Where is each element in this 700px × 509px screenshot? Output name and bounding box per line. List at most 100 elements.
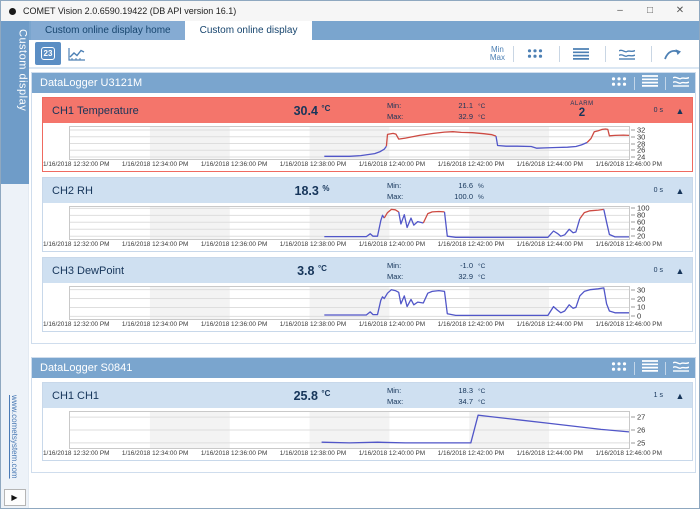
play-button[interactable]: ▶ <box>4 489 26 506</box>
time-label: 1/16/2018 12:34:00 PM <box>122 241 188 248</box>
y-axis-tick: 24 <box>631 152 645 161</box>
channel-value: 25.8 °C <box>237 389 387 403</box>
y-axis-tick: 0 <box>631 312 641 321</box>
channel-card: CH1 CH1 25.8 °C Min:18.3°C Max:34.7°C 1 … <box>42 382 693 461</box>
time-label: 1/16/2018 12:34:00 PM <box>122 161 188 168</box>
time-label: 1/16/2018 12:38:00 PM <box>280 161 346 168</box>
curved-arrow-icon <box>664 47 682 61</box>
channel-id: CH1 <box>43 390 77 402</box>
y-axis-tick: 20 <box>631 232 645 241</box>
sidebar-tab-custom-display[interactable]: Custom display <box>1 21 29 184</box>
chart-time-labels: 1/16/2018 12:32:00 PM1/16/2018 12:34:00 … <box>43 241 662 248</box>
min-unit: °C <box>478 263 485 270</box>
minmax-toggle[interactable]: Min Max <box>490 46 505 62</box>
value-number: 25.8 <box>294 389 318 403</box>
icon-separator <box>634 362 635 375</box>
collapse-triangle-icon[interactable]: ▲ <box>668 186 692 196</box>
charts-view-button[interactable] <box>673 359 689 377</box>
charts-view-button[interactable] <box>614 42 640 65</box>
collapse-triangle-icon[interactable]: ▲ <box>668 266 692 276</box>
channel-id: CH3 <box>43 265 77 277</box>
chart-plot: 3230282624 <box>69 126 630 160</box>
time-label: 1/16/2018 12:44:00 PM <box>517 450 583 457</box>
numeric-view-icon: 23 <box>41 47 56 60</box>
channel-value: 18.3 % <box>237 184 387 198</box>
channel-name: DewPoint <box>77 265 237 277</box>
channel-id: CH2 <box>43 185 77 197</box>
rows-lines-icon <box>573 48 589 60</box>
numeric-view-button[interactable]: 23 <box>35 42 61 65</box>
channel-card: CH3 DewPoint 3.8 °C Min:-1.0°C Max:32.9°… <box>42 257 693 332</box>
logger-panel: DataLogger S0841 <box>31 357 696 473</box>
max-label: Max: <box>387 112 429 121</box>
channel-value: 3.8 °C <box>237 264 387 278</box>
tiles-view-button[interactable] <box>611 74 627 92</box>
chart-plot: 10080604020 <box>69 206 630 240</box>
graph-view-button[interactable] <box>64 42 90 65</box>
delay-label: 1 s <box>627 392 668 399</box>
channel-name: Temperature <box>77 105 237 117</box>
rows-view-button[interactable] <box>642 74 658 92</box>
delay-label: 0 s <box>627 267 668 274</box>
time-label: 1/16/2018 12:44:00 PM <box>517 161 583 168</box>
max-label: Max: <box>387 192 429 201</box>
waves-icon <box>673 360 689 372</box>
icon-separator <box>665 77 666 90</box>
tab-custom-online-display-home[interactable]: Custom online display home <box>31 21 186 40</box>
collapse-triangle-icon[interactable]: ▲ <box>668 391 692 401</box>
time-label: 1/16/2018 12:46:00 PM <box>595 161 661 168</box>
channel-header-row[interactable]: CH2 RH 18.3 % Min:16.6% Max:100.0% 0 s ▲ <box>43 178 692 203</box>
min-value: 16.6 <box>429 181 473 190</box>
app-icon <box>9 8 16 15</box>
time-label: 1/16/2018 12:40:00 PM <box>359 450 425 457</box>
max-unit: °C <box>478 114 485 121</box>
max-value: 32.9 <box>429 272 473 281</box>
time-label: 1/16/2018 12:36:00 PM <box>201 321 267 328</box>
time-label: 1/16/2018 12:36:00 PM <box>201 450 267 457</box>
y-axis-tick: 30 <box>631 285 645 294</box>
channel-minmax: Min:16.6% Max:100.0% <box>387 181 537 201</box>
waves-icon <box>619 48 635 60</box>
tab-custom-online-display[interactable]: Custom online display <box>186 21 313 40</box>
value-unit: °C <box>321 389 330 398</box>
close-button[interactable]: ✕ <box>665 2 695 20</box>
tiles-view-button[interactable] <box>611 359 627 377</box>
time-label: 1/16/2018 12:44:00 PM <box>517 241 583 248</box>
collapse-triangle-icon[interactable]: ▲ <box>668 106 692 116</box>
channel-header-row[interactable]: CH1 Temperature 30.4 °C Min:21.1°C Max:3… <box>43 98 692 123</box>
chart-time-labels: 1/16/2018 12:32:00 PM 1/16/2018 12:34:00 … <box>43 161 662 168</box>
min-value: 21.1 <box>429 101 473 110</box>
toolbar-separator <box>559 46 560 62</box>
time-label: 1/16/2018 12:32:00 PM <box>43 321 109 328</box>
title-bar: COMET Vision 2.0.6590.19422 (DB API vers… <box>1 1 699 21</box>
refresh-button[interactable] <box>660 42 686 65</box>
channels: CH1 Temperature 30.4 °C Min:21.1°C Max:3… <box>32 93 695 343</box>
max-label: Max <box>490 54 505 62</box>
channel-header-row[interactable]: CH1 CH1 25.8 °C Min:18.3°C Max:34.7°C 1 … <box>43 383 692 408</box>
icon-separator <box>665 362 666 375</box>
loggers: DataLogger U3121M <box>29 67 699 508</box>
window-title: COMET Vision 2.0.6590.19422 (DB API vers… <box>23 6 605 16</box>
maximize-button[interactable]: □ <box>635 2 665 20</box>
channel-id: CH1 <box>43 105 77 117</box>
max-unit: % <box>478 194 484 201</box>
rows-view-button[interactable] <box>642 359 658 377</box>
tiles-view-button[interactable] <box>522 42 548 65</box>
charts-view-button[interactable] <box>673 74 689 92</box>
time-label: 1/16/2018 12:32:00 PM <box>43 161 109 168</box>
time-label: 1/16/2018 12:42:00 PM <box>438 321 504 328</box>
cometsystem-link[interactable]: www.cometsystem.com <box>10 395 19 479</box>
max-label: Max: <box>387 272 429 281</box>
min-value: 18.3 <box>429 386 473 395</box>
max-value: 34.7 <box>429 397 473 406</box>
min-value: -1.0 <box>429 261 473 270</box>
value-unit: °C <box>321 104 330 113</box>
time-label: 1/16/2018 12:40:00 PM <box>359 161 425 168</box>
max-value: 32.9 <box>429 112 473 121</box>
channel-minmax: Min:18.3°C Max:34.7°C <box>387 386 537 406</box>
rows-view-button[interactable] <box>568 42 594 65</box>
icon-separator <box>634 77 635 90</box>
minimize-button[interactable]: – <box>605 2 635 20</box>
min-label: Min: <box>387 101 429 110</box>
channel-header-row[interactable]: CH3 DewPoint 3.8 °C Min:-1.0°C Max:32.9°… <box>43 258 692 283</box>
